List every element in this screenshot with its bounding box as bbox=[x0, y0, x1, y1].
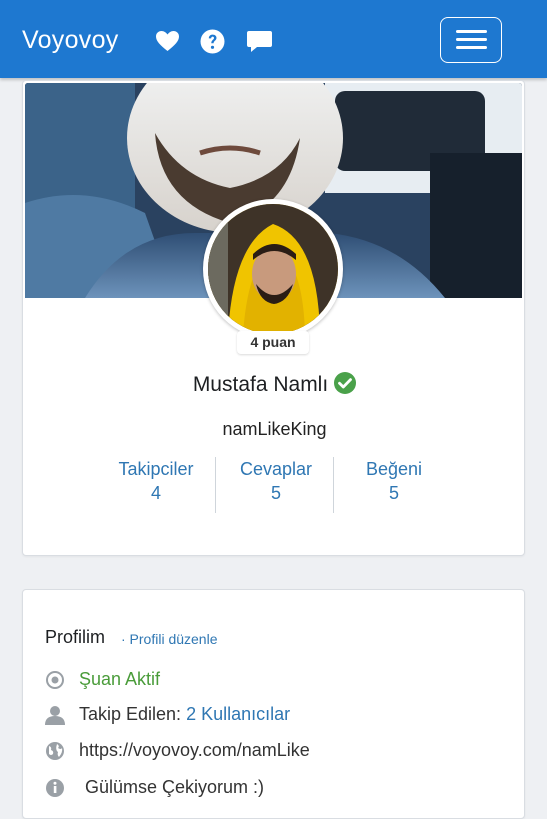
points-badge: 4 puan bbox=[237, 331, 309, 354]
navbar: Voyovoy bbox=[0, 0, 547, 78]
avatar[interactable] bbox=[203, 199, 343, 339]
about-card: Profilim · Profili düzenle Şuan Aktif Ta… bbox=[22, 589, 525, 819]
edit-profile-link[interactable]: · Profili düzenle bbox=[121, 631, 218, 647]
stat-followers[interactable]: Takipciler 4 bbox=[97, 459, 215, 504]
following-link[interactable]: 2 Kullanıcılar bbox=[186, 704, 290, 724]
bio-text: Gülümse Çekiyorum :) bbox=[85, 777, 265, 797]
help-icon[interactable] bbox=[200, 29, 225, 54]
following-label: Takip Edilen: bbox=[79, 704, 182, 724]
stat-answers[interactable]: Cevaplar 5 bbox=[217, 459, 335, 504]
heart-icon[interactable] bbox=[155, 30, 180, 52]
stat-likes[interactable]: Beğeni 5 bbox=[335, 459, 453, 504]
brand-logo[interactable]: Voyovoy bbox=[22, 26, 119, 55]
target-icon bbox=[46, 671, 64, 689]
stat-followers-value: 4 bbox=[150, 483, 161, 503]
stat-answers-label: Cevaplar bbox=[239, 459, 313, 479]
verified-check-icon bbox=[334, 372, 357, 394]
profile-username: namLikeKing bbox=[222, 419, 327, 439]
website-link[interactable]: https://voyovoy.com/namLike bbox=[79, 740, 310, 761]
profile-name: Mustafa Namlı bbox=[23, 372, 526, 397]
stat-likes-label: Beğeni bbox=[365, 459, 423, 479]
following-text: Takip Edilen: 2 Kullanıcılar bbox=[79, 704, 290, 725]
stat-divider bbox=[215, 457, 216, 513]
profile-card: 4 puan Mustafa Namlı namLikeKing Takipci… bbox=[22, 80, 525, 556]
about-title: Profilim bbox=[45, 627, 106, 647]
info-icon bbox=[46, 779, 64, 797]
status-text: Şuan Aktif bbox=[79, 669, 161, 689]
user-icon bbox=[45, 706, 65, 725]
menu-icon-bar bbox=[456, 38, 487, 41]
stat-answers-value: 5 bbox=[270, 483, 281, 503]
menu-icon bbox=[456, 30, 487, 33]
menu-toggle-button[interactable] bbox=[440, 17, 502, 63]
avatar-photo bbox=[208, 204, 338, 334]
globe-icon bbox=[46, 742, 64, 760]
menu-icon-bar bbox=[456, 46, 487, 49]
stat-likes-value: 5 bbox=[388, 483, 399, 503]
profile-name-text: Mustafa Namlı bbox=[192, 373, 329, 396]
chat-icon[interactable] bbox=[246, 30, 273, 54]
stat-divider bbox=[333, 457, 334, 513]
stat-followers-label: Takipciler bbox=[118, 459, 194, 479]
